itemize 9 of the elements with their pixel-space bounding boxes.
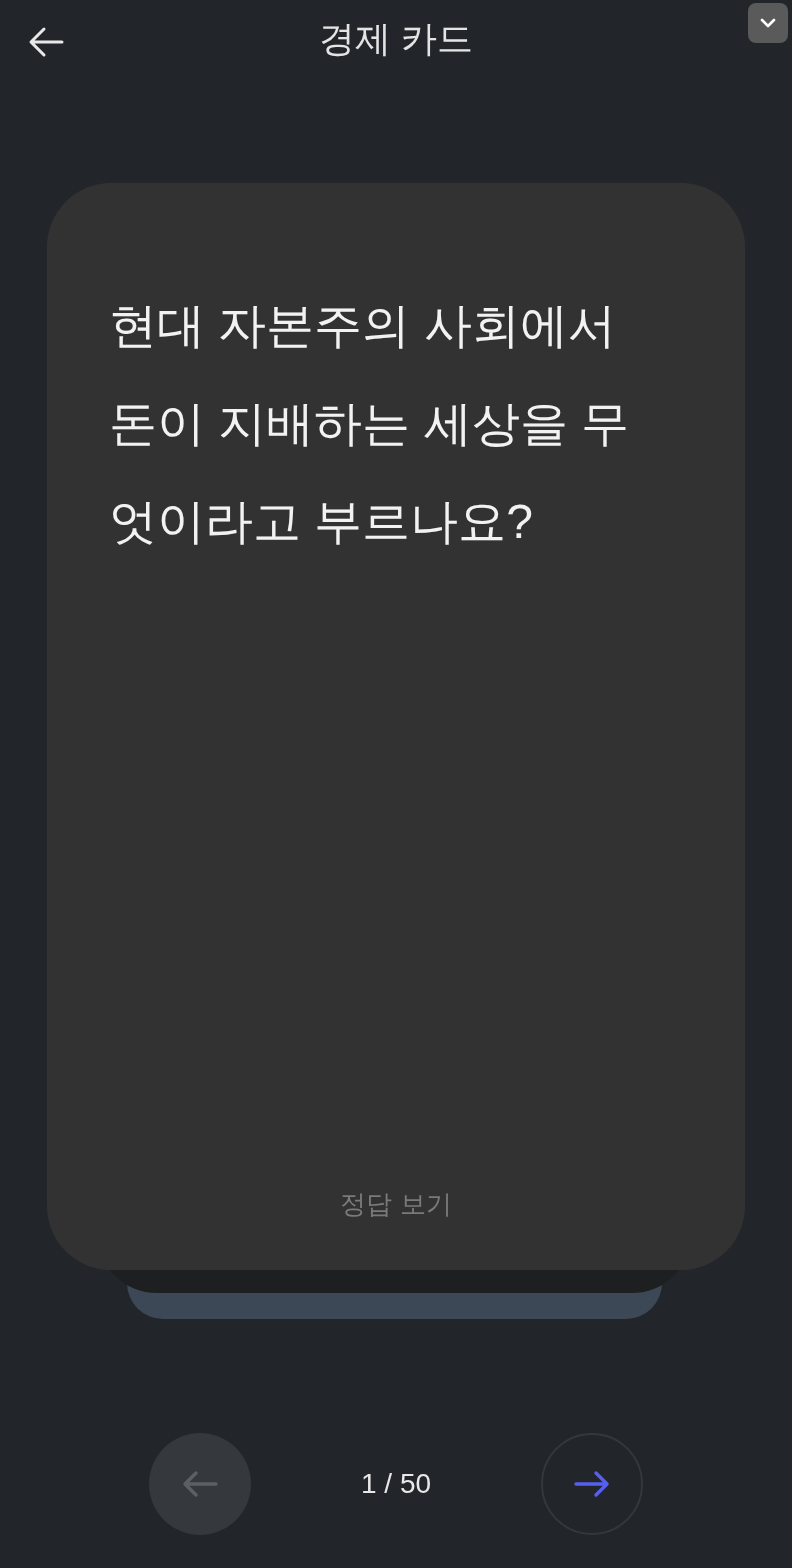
page-title: 경제 카드 (319, 17, 473, 61)
flashcard[interactable]: 현대 자본주의 사회에서 돈이 지배하는 세상을 무엇이라고 부르나요? 정답 보기 (47, 183, 745, 1270)
dropdown-button[interactable] (748, 3, 788, 43)
chevron-down-icon (760, 18, 776, 28)
right-arrow-icon (574, 1470, 610, 1498)
left-arrow-icon (182, 1470, 218, 1498)
back-arrow-icon (28, 26, 64, 58)
question-text: 현대 자본주의 사회에서 돈이 지배하는 세상을 무엇이라고 부르나요? (109, 298, 630, 550)
card-counter: 1 / 50 (359, 1467, 433, 1501)
